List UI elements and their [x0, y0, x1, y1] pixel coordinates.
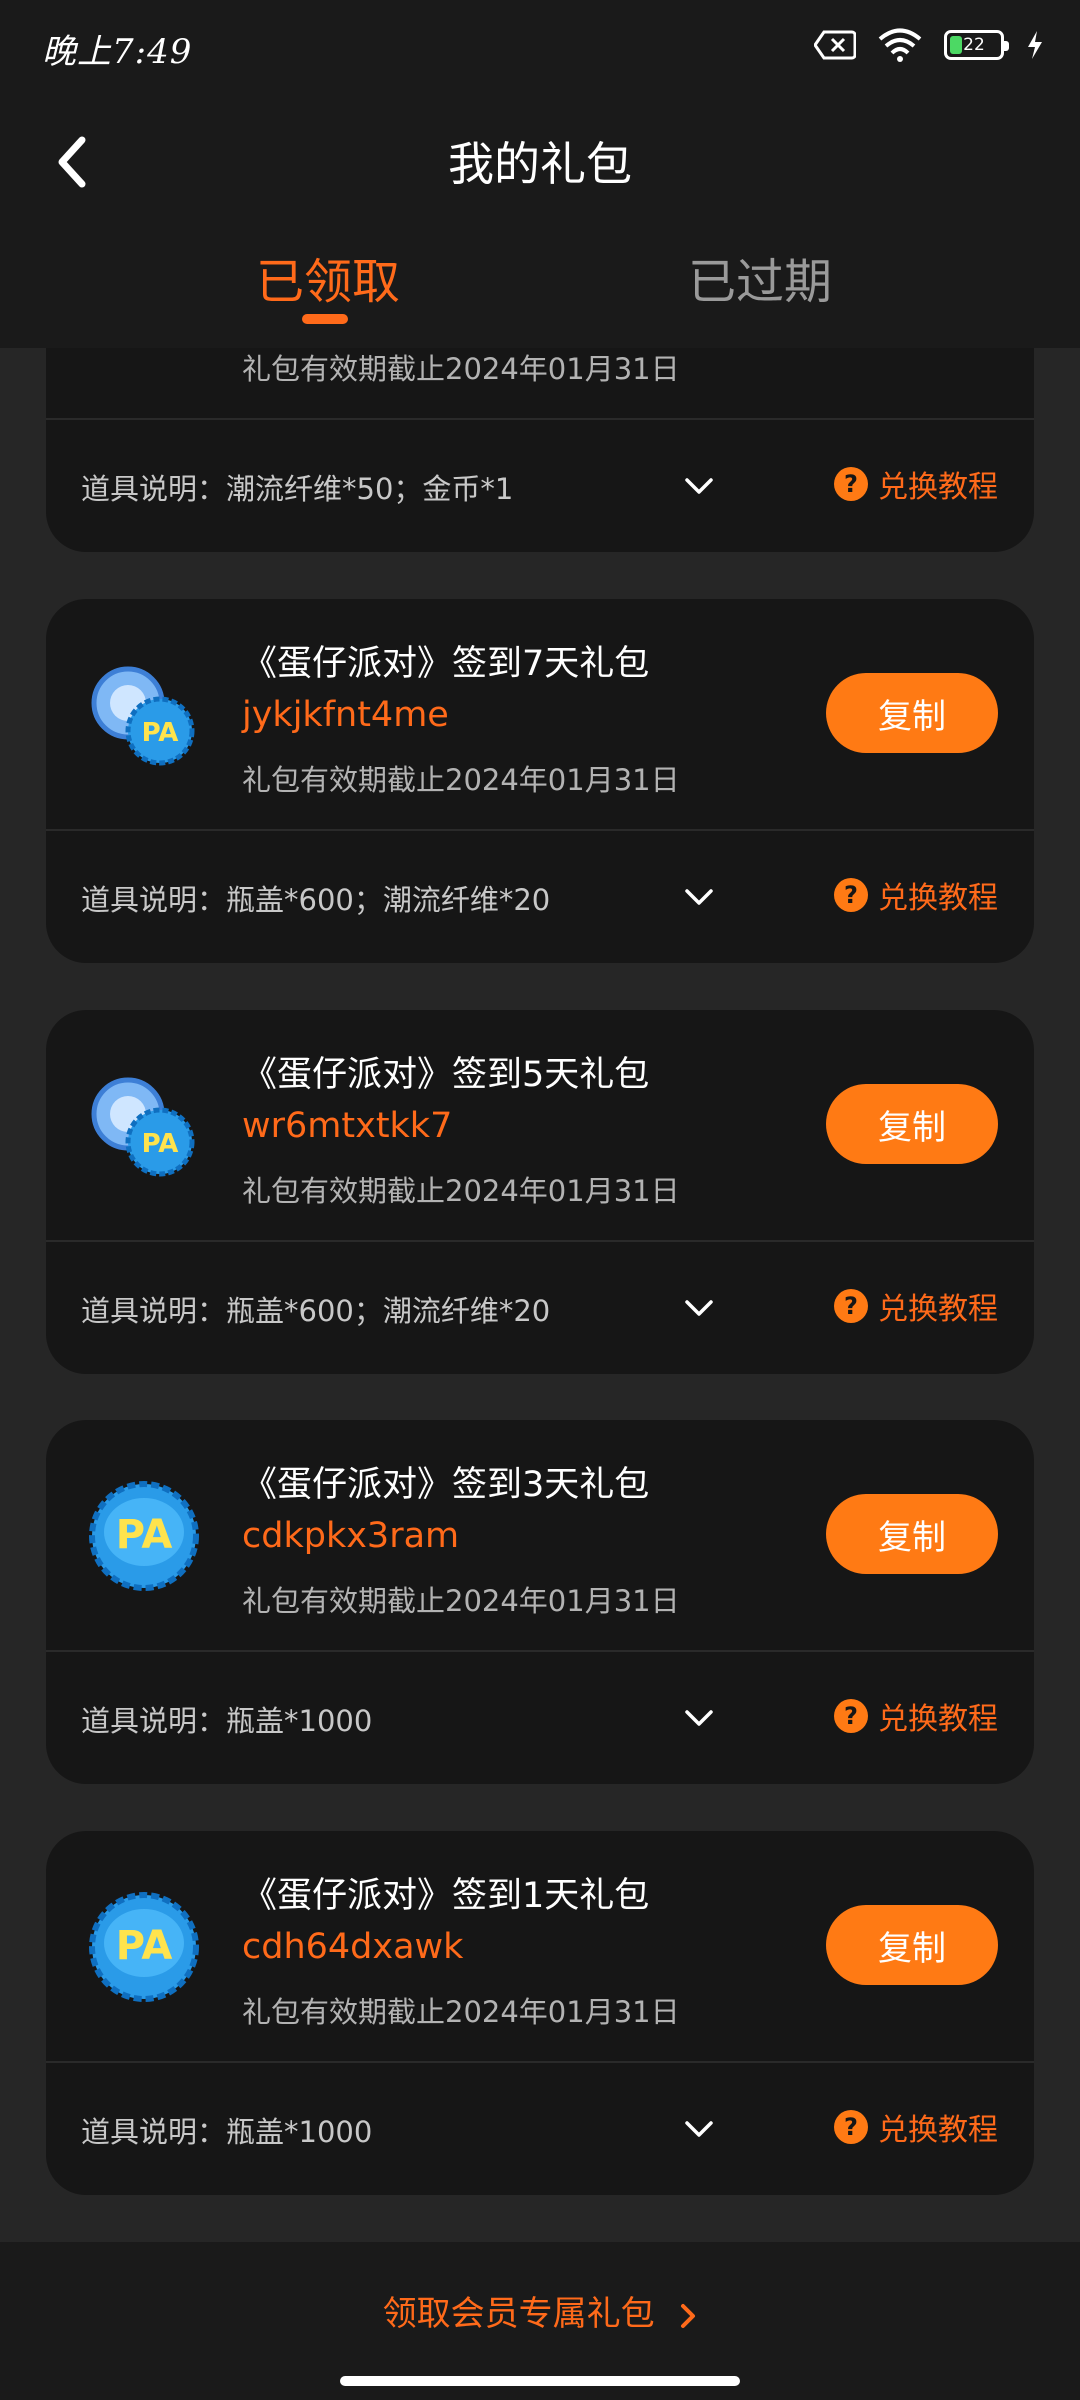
gift-card-bottom: 道具说明：潮流纤维*50；金币*1 ? 兑换教程 [46, 420, 1034, 552]
status-time: 晚上7:49 [42, 32, 193, 72]
gift-code: cdkpkx3ram [242, 1516, 460, 1556]
battery-icon: 22 [944, 30, 1009, 60]
chevron-down-icon[interactable] [684, 885, 714, 909]
redeem-tutorial-link[interactable]: ? 兑换教程 [834, 2105, 998, 2149]
tutorial-label: 兑换教程 [878, 1292, 998, 1327]
status-icons: 22 [814, 28, 1044, 62]
status-bar: 晚上7:49 22 [0, 0, 1080, 96]
help-icon: ? [834, 878, 868, 912]
header: 我的礼包 已领取 已过期 [0, 96, 1080, 348]
redeem-tutorial-link[interactable]: ? 兑换教程 [834, 1284, 998, 1328]
gift-card: PA 《蛋仔派对》签到3天礼包 cdkpkx3ram 礼包有效期截止2024年0… [46, 1420, 1034, 1784]
copy-button[interactable]: 复制 [826, 1905, 998, 1985]
gift-name: 《蛋仔派对》签到7天礼包 [242, 644, 650, 684]
gift-card-bottom: 道具说明：瓶盖*600；潮流纤维*20 ? 兑换教程 [46, 1242, 1034, 1374]
gift-card: PA 《蛋仔派对》签到5天礼包 wr6mtxtkk7 礼包有效期截止2024年0… [46, 1010, 1034, 1374]
svg-text:PA: PA [116, 1923, 173, 1969]
gift-code: cdh64dxawk [242, 1927, 464, 1967]
chevron-right-icon [681, 2303, 696, 2328]
copy-button[interactable]: 复制 [826, 1084, 998, 1164]
tutorial-label: 兑换教程 [878, 470, 998, 505]
gift-name: 《蛋仔派对》签到5天礼包 [242, 1055, 650, 1095]
chevron-down-icon[interactable] [684, 1296, 714, 1320]
tutorial-label: 兑换教程 [878, 881, 998, 916]
gift-card-top: PA 《蛋仔派对》签到7天礼包 jykjkfnt4me 礼包有效期截止2024年… [46, 599, 1034, 831]
bottle-cap-fiber-icon: PA [91, 1077, 195, 1177]
gift-name: 《蛋仔派对》签到3天礼包 [242, 1465, 650, 1505]
svg-text:PA: PA [142, 718, 179, 748]
copy-button[interactable]: 复制 [826, 1494, 998, 1574]
help-icon: ? [834, 2110, 868, 2144]
tab-expired[interactable]: 已过期 [688, 242, 832, 312]
item-description: 道具说明：瓶盖*1000 [81, 2115, 373, 2149]
vip-gift-link[interactable]: 领取会员专属礼包 [0, 2286, 1080, 2335]
gift-card-top: PA 《蛋仔派对》签到3天礼包 cdkpkx3ram 礼包有效期截止2024年0… [46, 1420, 1034, 1652]
gift-expiry: 礼包有效期截止2024年01月31日 [242, 1174, 680, 1208]
tutorial-label: 兑换教程 [878, 2113, 998, 2148]
gift-name: 《蛋仔派对》签到1天礼包 [242, 1876, 650, 1916]
sim-error-icon [814, 30, 856, 60]
vip-gift-link-label: 领取会员专属礼包 [382, 2294, 655, 2334]
item-description: 道具说明：瓶盖*600；潮流纤维*20 [81, 883, 551, 917]
gift-code: jykjkfnt4me [242, 695, 449, 735]
copy-button[interactable]: 复制 [826, 673, 998, 753]
gift-expiry: 礼包有效期截止2024年01月31日 [242, 763, 680, 797]
active-tab-indicator [302, 314, 348, 324]
tutorial-label: 兑换教程 [878, 1702, 998, 1737]
gift-card-top: PA 《蛋仔派对》签到1天礼包 cdh64dxawk 礼包有效期截止2024年0… [46, 1831, 1034, 2063]
gift-card-bottom: 道具说明：瓶盖*1000 ? 兑换教程 [46, 2063, 1034, 2195]
redeem-tutorial-link[interactable]: ? 兑换教程 [834, 1694, 998, 1738]
redeem-tutorial-link[interactable]: ? 兑换教程 [834, 873, 998, 917]
help-icon: ? [834, 1699, 868, 1733]
chevron-down-icon[interactable] [684, 474, 714, 498]
gift-code: wr6mtxtkk7 [242, 1106, 453, 1146]
chevron-down-icon[interactable] [684, 2117, 714, 2141]
footer: 领取会员专属礼包 [0, 2242, 1080, 2400]
gift-card: PA 《蛋仔派对》签到7天礼包 jykjkfnt4me 礼包有效期截止2024年… [46, 599, 1034, 963]
item-description: 道具说明：瓶盖*1000 [81, 1704, 373, 1738]
gift-card-bottom: 道具说明：瓶盖*1000 ? 兑换教程 [46, 1652, 1034, 1784]
gift-card-top: PA 《蛋仔派对》签到5天礼包 wr6mtxtkk7 礼包有效期截止2024年0… [46, 1010, 1034, 1242]
gift-card-bottom: 道具说明：瓶盖*600；潮流纤维*20 ? 兑换教程 [46, 831, 1034, 963]
svg-text:PA: PA [116, 1512, 173, 1558]
bottle-cap-fiber-icon: PA [91, 666, 195, 766]
page-title: 我的礼包 [448, 137, 632, 191]
item-description: 道具说明：潮流纤维*50；金币*1 [81, 472, 514, 506]
gift-expiry: 礼包有效期截止2024年01月31日 [242, 352, 680, 386]
help-icon: ? [834, 467, 868, 501]
redeem-tutorial-link[interactable]: ? 兑换教程 [834, 462, 998, 506]
home-indicator[interactable] [340, 2376, 740, 2386]
battery-level: 22 [963, 35, 985, 55]
help-icon: ? [834, 1289, 868, 1323]
wifi-icon [878, 28, 922, 62]
charging-icon [1028, 31, 1042, 59]
gift-card: PA 《蛋仔派对》签到1天礼包 cdh64dxawk 礼包有效期截止2024年0… [46, 1831, 1034, 2195]
bottle-cap-icon: PA [89, 1481, 199, 1591]
chevron-down-icon[interactable] [684, 1706, 714, 1730]
gift-expiry: 礼包有效期截止2024年01月31日 [242, 1584, 680, 1618]
tab-received[interactable]: 已领取 [256, 242, 400, 312]
bottle-cap-icon: PA [89, 1892, 199, 2002]
gift-expiry: 礼包有效期截止2024年01月31日 [242, 1995, 680, 2029]
svg-text:PA: PA [142, 1129, 179, 1159]
item-description: 道具说明：瓶盖*600；潮流纤维*20 [81, 1294, 551, 1328]
